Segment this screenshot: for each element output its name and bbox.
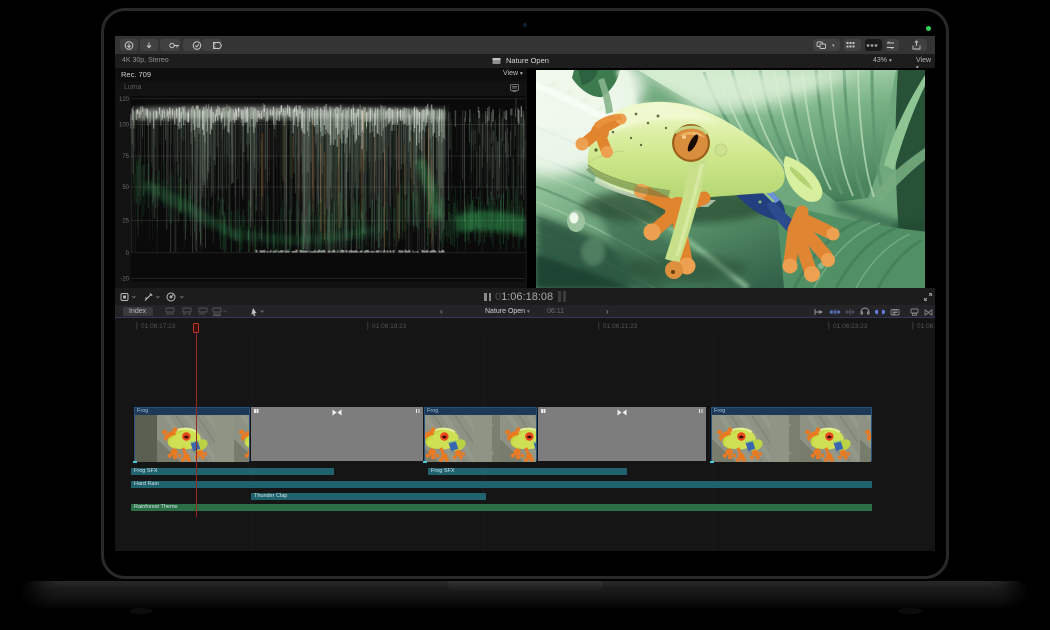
- svg-text:0: 0: [126, 250, 130, 256]
- svg-text:75: 75: [122, 154, 129, 160]
- svg-text:25: 25: [122, 218, 129, 224]
- svg-text:50: 50: [122, 185, 129, 191]
- svg-text:120: 120: [119, 96, 130, 102]
- svg-text:-20: -20: [120, 276, 129, 282]
- svg-text:100: 100: [119, 122, 130, 128]
